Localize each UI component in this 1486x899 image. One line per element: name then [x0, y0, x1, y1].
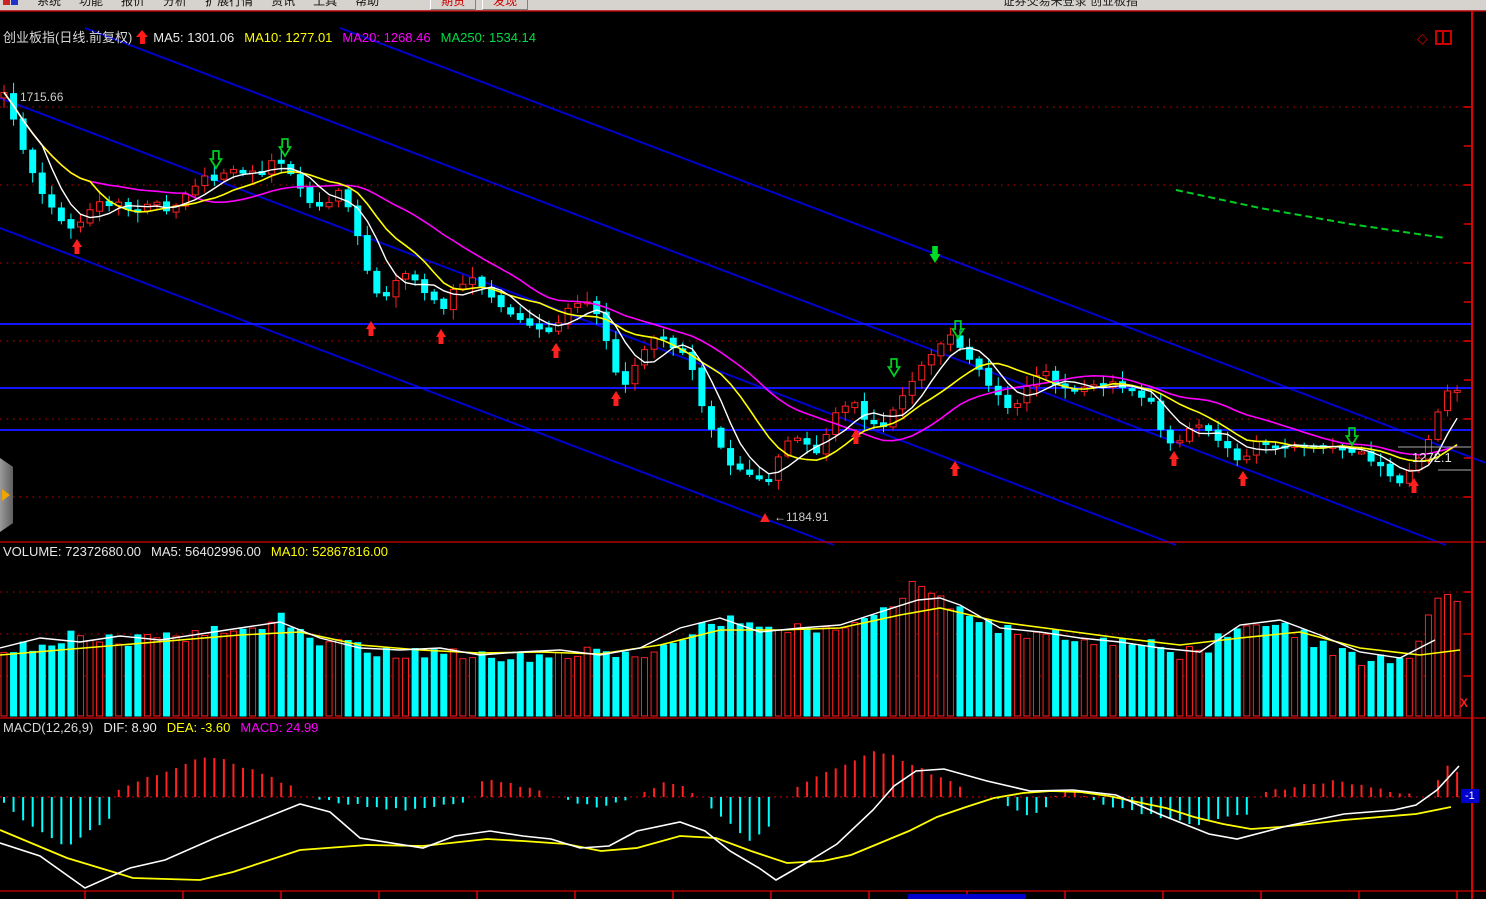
symbol-title: 创业板指(日线.前复权): [3, 30, 132, 45]
main-chart-header: 创业板指(日线.前复权) MA5: 1301.06 MA10: 1277.01 MA2…: [3, 27, 536, 46]
volume-bars: [1, 581, 1460, 716]
ma5-value: MA5: 1301.06: [153, 30, 234, 45]
macd-histogram: [4, 751, 1457, 844]
buy-signal-arrow: [436, 329, 446, 344]
chart-canvas[interactable]: [0, 0, 1486, 899]
diamond-icon[interactable]: ◇: [1417, 32, 1428, 44]
buy-signal-arrow: [1238, 471, 1248, 486]
macd-params: MACD(12,26,9): [3, 720, 93, 735]
macd-header: MACD(12,26,9) DIF: 8.90 DEA: -3.60 MACD: 24…: [3, 720, 318, 735]
sell-signal-arrow: [211, 151, 222, 168]
ma250-value: MA250: 1534.14: [441, 30, 536, 45]
buy-signal-arrow: [551, 343, 561, 358]
split-pane-icon[interactable]: [1435, 30, 1452, 45]
annotations: [760, 447, 1472, 522]
ma250-line: [1176, 190, 1445, 238]
volume-ma10-value: MA10: 52867816.00: [271, 544, 388, 559]
macd-value: MACD: 24.99: [240, 720, 318, 735]
volume-value: VOLUME: 72372680.00: [3, 544, 141, 559]
sidebar-expand-handle[interactable]: [0, 458, 13, 532]
chart-corner-controls: ◇: [1417, 30, 1452, 45]
trading-terminal: { "menu": { "items": ["系统", "功能", "报价", …: [0, 0, 1486, 899]
high-price-label: 1715.66: [20, 90, 63, 104]
buy-signal-arrow: [611, 391, 621, 406]
low-price-label: ←1184.91: [774, 510, 829, 524]
candlesticks: [1, 83, 1460, 490]
ma-lines: [4, 92, 1457, 473]
sell-signal-arrow: [889, 359, 900, 376]
expand-arrow-icon: [2, 489, 10, 501]
dea-value: DEA: -3.60: [167, 720, 231, 735]
volume-ma5-value: MA5: 56402996.00: [151, 544, 261, 559]
buy-signal-arrow: [72, 239, 82, 254]
volume-header: VOLUME: 72372680.00 MA5: 56402996.00 MA10:…: [3, 544, 388, 559]
macd-axis-badge: -1: [1461, 789, 1479, 803]
up-arrow-icon: [136, 30, 149, 44]
buy-signal-arrow: [1169, 451, 1179, 466]
last-price-label: 1272.1: [1412, 450, 1452, 465]
ma10-value: MA10: 1277.01: [244, 30, 332, 45]
buy-signal-arrow: [851, 429, 861, 444]
timeline-scroll-thumb[interactable]: [908, 894, 1026, 899]
macd-lines: [0, 766, 1459, 888]
close-pane-icon[interactable]: X: [1460, 696, 1468, 710]
sell-signal-arrow: [930, 246, 941, 263]
ma20-value: MA20: 1268.46: [342, 30, 430, 45]
dif-value: DIF: 8.90: [103, 720, 156, 735]
